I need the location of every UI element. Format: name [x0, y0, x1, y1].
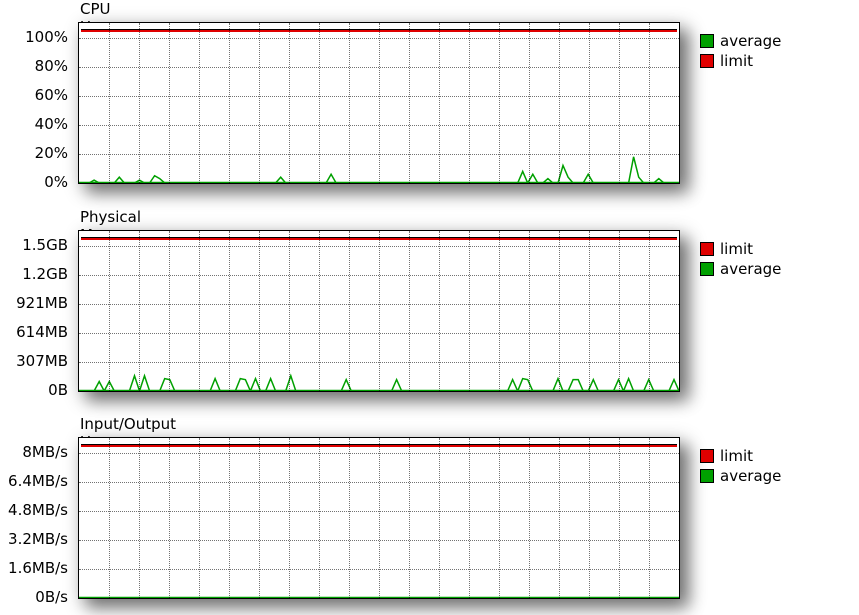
- y-tick: 80%: [35, 57, 68, 75]
- y-tick: 1.6MB/s: [8, 559, 68, 577]
- legend-item: limit: [700, 240, 840, 258]
- y-tick: 8MB/s: [22, 443, 68, 461]
- y-axis: 0% 20% 40% 60% 80% 100%: [0, 22, 72, 182]
- legend-item: average: [700, 32, 840, 50]
- legend-label: limit: [720, 240, 753, 258]
- legend-swatch: [700, 242, 714, 256]
- y-tick: 0%: [44, 173, 68, 191]
- y-axis: 0B/s 1.6MB/s 3.2MB/s 4.8MB/s 6.4MB/s 8MB…: [0, 437, 72, 597]
- y-tick: 307MB: [16, 352, 68, 370]
- resource-usage-charts: { "charts": [ { "id": "cpu", "title": "C…: [0, 0, 859, 615]
- legend-item: limit: [700, 447, 840, 465]
- y-tick: 20%: [35, 144, 68, 162]
- legend-label: limit: [720, 52, 753, 70]
- y-tick: 40%: [35, 115, 68, 133]
- y-tick: 6.4MB/s: [8, 472, 68, 490]
- legend-swatch: [700, 54, 714, 68]
- y-tick: 0B: [48, 381, 68, 399]
- legend: average limit: [700, 32, 840, 72]
- legend: limit average: [700, 240, 840, 280]
- legend-label: average: [720, 32, 781, 50]
- legend-item: average: [700, 260, 840, 278]
- legend-swatch: [700, 469, 714, 483]
- plot-area: [78, 22, 680, 184]
- legend-label: average: [720, 467, 781, 485]
- legend: limit average: [700, 447, 840, 487]
- legend-label: average: [720, 260, 781, 278]
- y-tick: 100%: [25, 28, 68, 46]
- plot-area: [78, 230, 680, 392]
- y-tick: 614MB: [16, 323, 68, 341]
- legend-item: average: [700, 467, 840, 485]
- y-axis: 0B 307MB 614MB 921MB 1.2GB 1.5GB: [0, 230, 72, 390]
- legend-swatch: [700, 449, 714, 463]
- legend-label: limit: [720, 447, 753, 465]
- y-tick: 60%: [35, 86, 68, 104]
- legend-swatch: [700, 262, 714, 276]
- y-tick: 1.5GB: [22, 236, 68, 254]
- y-tick: 3.2MB/s: [8, 530, 68, 548]
- y-tick: 921MB: [16, 294, 68, 312]
- y-tick: 0B/s: [35, 588, 68, 606]
- legend-item: limit: [700, 52, 840, 70]
- plot-area: [78, 437, 680, 599]
- legend-swatch: [700, 34, 714, 48]
- y-tick: 4.8MB/s: [8, 501, 68, 519]
- y-tick: 1.2GB: [22, 265, 68, 283]
